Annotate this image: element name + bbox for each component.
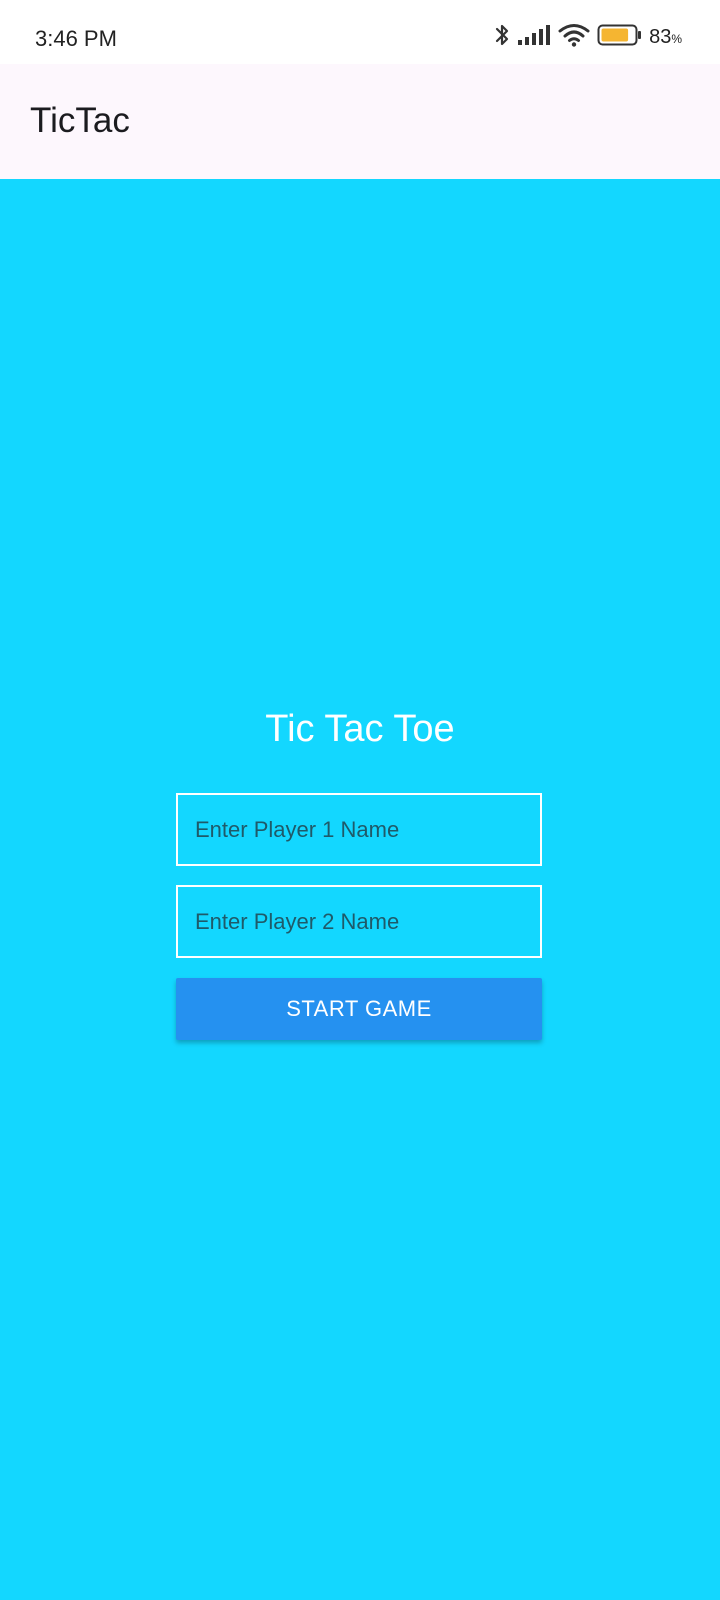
status-time: 3:46 PM bbox=[35, 26, 117, 51]
app-title: TicTac bbox=[30, 101, 130, 140]
battery-icon bbox=[597, 23, 643, 52]
game-title: Tic Tac Toe bbox=[265, 708, 455, 750]
signal-icon bbox=[517, 23, 551, 52]
status-icons: 83% bbox=[487, 22, 682, 52]
start-game-button[interactable]: START GAME bbox=[176, 978, 542, 1040]
battery-percent: 83% bbox=[649, 25, 682, 48]
status-bar: 3:46 PM 83% bbox=[0, 0, 720, 64]
wifi-icon bbox=[557, 22, 591, 53]
app-bar: TicTac bbox=[0, 64, 720, 179]
main-content: Tic Tac Toe START GAME bbox=[0, 179, 720, 1600]
player1-name-input[interactable] bbox=[178, 795, 540, 864]
player2-field[interactable] bbox=[176, 885, 542, 958]
player1-field[interactable] bbox=[176, 793, 542, 866]
bluetooth-icon bbox=[493, 22, 511, 53]
player2-name-input[interactable] bbox=[178, 887, 540, 956]
